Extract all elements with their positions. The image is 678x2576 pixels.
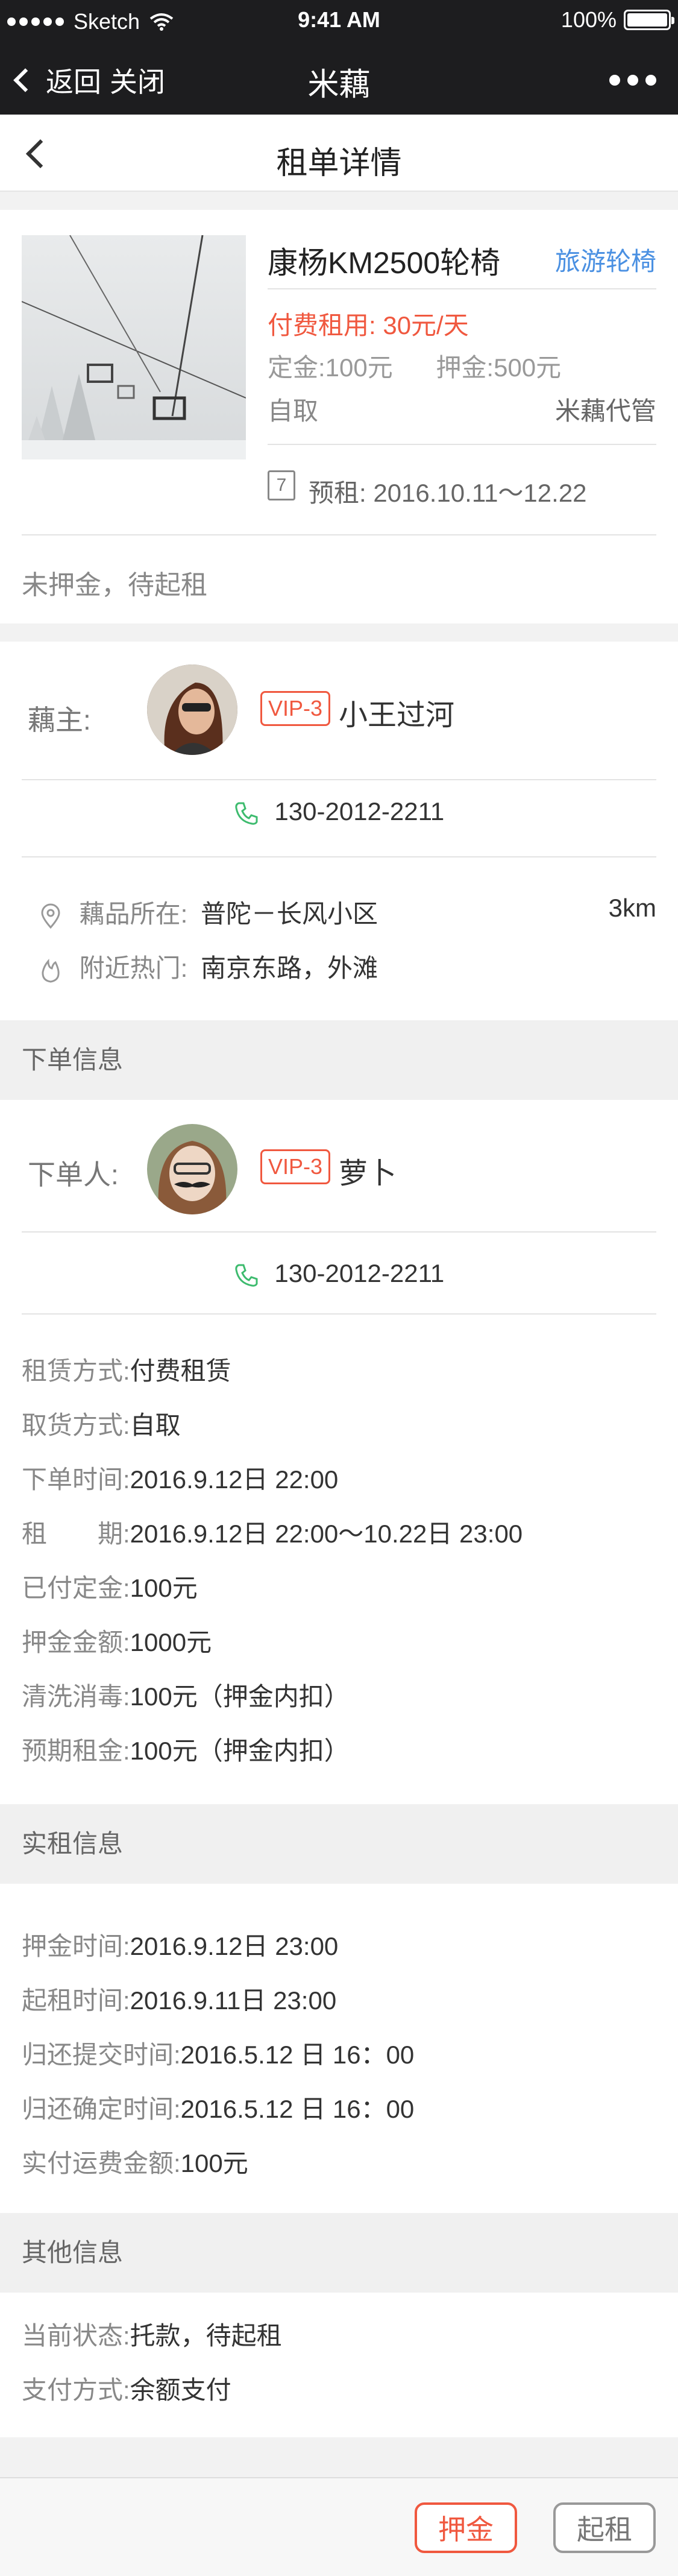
order-detail-row: 下单时间:2016.9.12日 22:00 (22, 1465, 339, 1494)
order-detail-row: 租 期:2016.9.12日 22:00～10.22日 23:00 (22, 1520, 523, 1548)
product-image[interactable] (22, 235, 246, 459)
nearby-row: 附近热门: 南京东路，外滩 (40, 948, 378, 985)
rent-section-title: 实租信息 (0, 1804, 678, 1884)
ski-lift-illustration (22, 235, 246, 459)
orderer-vip-badge: VIP-3 (260, 1149, 331, 1184)
order-detail-row: 取货方式:自取 (22, 1411, 181, 1439)
owner-phone-link[interactable]: 130-2012-2211 (0, 797, 678, 826)
avatar-image (147, 1124, 237, 1214)
other-detail-row: 支付方式:余额支付 (22, 2376, 231, 2404)
order-detail-row: 租赁方式:付费租赁 (22, 1357, 231, 1385)
rent-detail-row: 起租时间:2016.9.11日 23:00 (22, 1986, 337, 2015)
owner-label: 藕主: (28, 704, 91, 736)
battery-percent: 100% (560, 7, 617, 32)
divider (22, 1231, 656, 1233)
owner-phone: 130-2012-2211 (274, 797, 445, 826)
orderer-phone: 130-2012-2211 (274, 1259, 445, 1287)
other-detail-row: 当前状态:托款，待起租 (22, 2322, 282, 2350)
start-rent-button[interactable]: 起租 (553, 2502, 656, 2553)
rent-detail-row: 押金时间:2016.9.12日 23:00 (22, 1932, 339, 1960)
divider (268, 288, 656, 289)
nearby-value: 南京东路，外滩 (201, 954, 378, 982)
location-value: 普陀－长风小区 (201, 900, 378, 928)
rent-detail-row: 归还确定时间:2016.5.12 日 16：00 (22, 2095, 415, 2123)
status-bar: Sketch 9:41 AM 100% (0, 0, 678, 42)
divider (268, 444, 656, 445)
order-status-note: 未押金，待起租 (22, 570, 207, 600)
orderer-phone-link[interactable]: 130-2012-2211 (0, 1259, 678, 1288)
nav-bar: 返回 关闭 米藕 (0, 42, 678, 115)
more-menu-icon[interactable] (609, 75, 656, 86)
divider (22, 534, 656, 535)
deposit-button[interactable]: 押金 (415, 2502, 517, 2553)
order-section-title: 下单信息 (0, 1020, 678, 1100)
avatar-image (147, 665, 237, 755)
product-tag[interactable]: 旅游轮椅 (555, 241, 656, 278)
location-pin-icon (41, 903, 60, 929)
orderer-avatar[interactable] (147, 1124, 237, 1214)
distance: 3km (608, 894, 656, 922)
reserve-period: 预租: 2016.10.11～12.22 (309, 479, 587, 507)
other-card: 当前状态:托款，待起租 支付方式:余额支付 (0, 2293, 678, 2437)
phone-icon (235, 802, 258, 825)
order-detail-row: 押金金额:1000元 (22, 1628, 212, 1656)
rent-detail-row: 归还提交时间:2016.5.12 日 16：00 (22, 2041, 415, 2069)
product-name: 康杨KM2500轮椅 (268, 246, 501, 280)
order-detail-row: 已付定金:100元 (22, 1574, 198, 1602)
location-label: 藕品所在: (79, 900, 188, 928)
agent-label: 米藕代管 (554, 397, 656, 425)
divider (22, 779, 656, 780)
other-section-title: 其他信息 (0, 2213, 678, 2293)
owner-vip-badge: VIP-3 (260, 691, 331, 726)
rent-card: 押金时间:2016.9.12日 23:00 起租时间:2016.9.11日 23… (0, 1884, 678, 2213)
rent-detail-row: 实付运费金额:100元 (22, 2149, 248, 2177)
location-row: 藕品所在: 普陀－长风小区 (40, 894, 378, 930)
pickup-method: 自取 (268, 397, 319, 425)
order-detail-row: 预期租金:100元（押金内扣） (22, 1737, 350, 1765)
order-card: 下单人: VIP-3 萝卜 130-2012-2211 租赁方式:付费租赁 取货… (0, 1100, 678, 1804)
product-card: 康杨KM2500轮椅 旅游轮椅 付费租用: 30元/天 定金:100元 押金:5… (0, 210, 678, 623)
owner-card: 藕主: VIP-3 小王过河 130-2012-2211 藕品所在: 普陀－长风… (0, 642, 678, 1020)
orderer-name: 萝卜 (339, 1158, 397, 1190)
owner-avatar[interactable] (147, 665, 237, 755)
orderer-label: 下单人: (28, 1159, 119, 1190)
divider (22, 856, 656, 857)
app-title: 米藕 (307, 68, 371, 103)
phone-icon (235, 1264, 258, 1287)
page-header: 租单详情 (0, 115, 678, 192)
footer-bar: 押金 起租 (0, 2477, 678, 2576)
page-title: 租单详情 (276, 146, 402, 181)
flame-icon (42, 958, 60, 983)
order-detail-row: 清洗消毒:100元（押金内扣） (22, 1682, 350, 1711)
divider (22, 1313, 656, 1315)
nearby-label: 附近热门: (79, 954, 188, 982)
owner-name: 小王过河 (339, 699, 455, 731)
rental-fee: 付费租用: 30元/天 (268, 311, 469, 339)
deposit-info: 定金:100元 押金:500元 (268, 353, 562, 382)
battery-icon (624, 10, 674, 30)
calendar-icon: 7 (268, 470, 295, 500)
